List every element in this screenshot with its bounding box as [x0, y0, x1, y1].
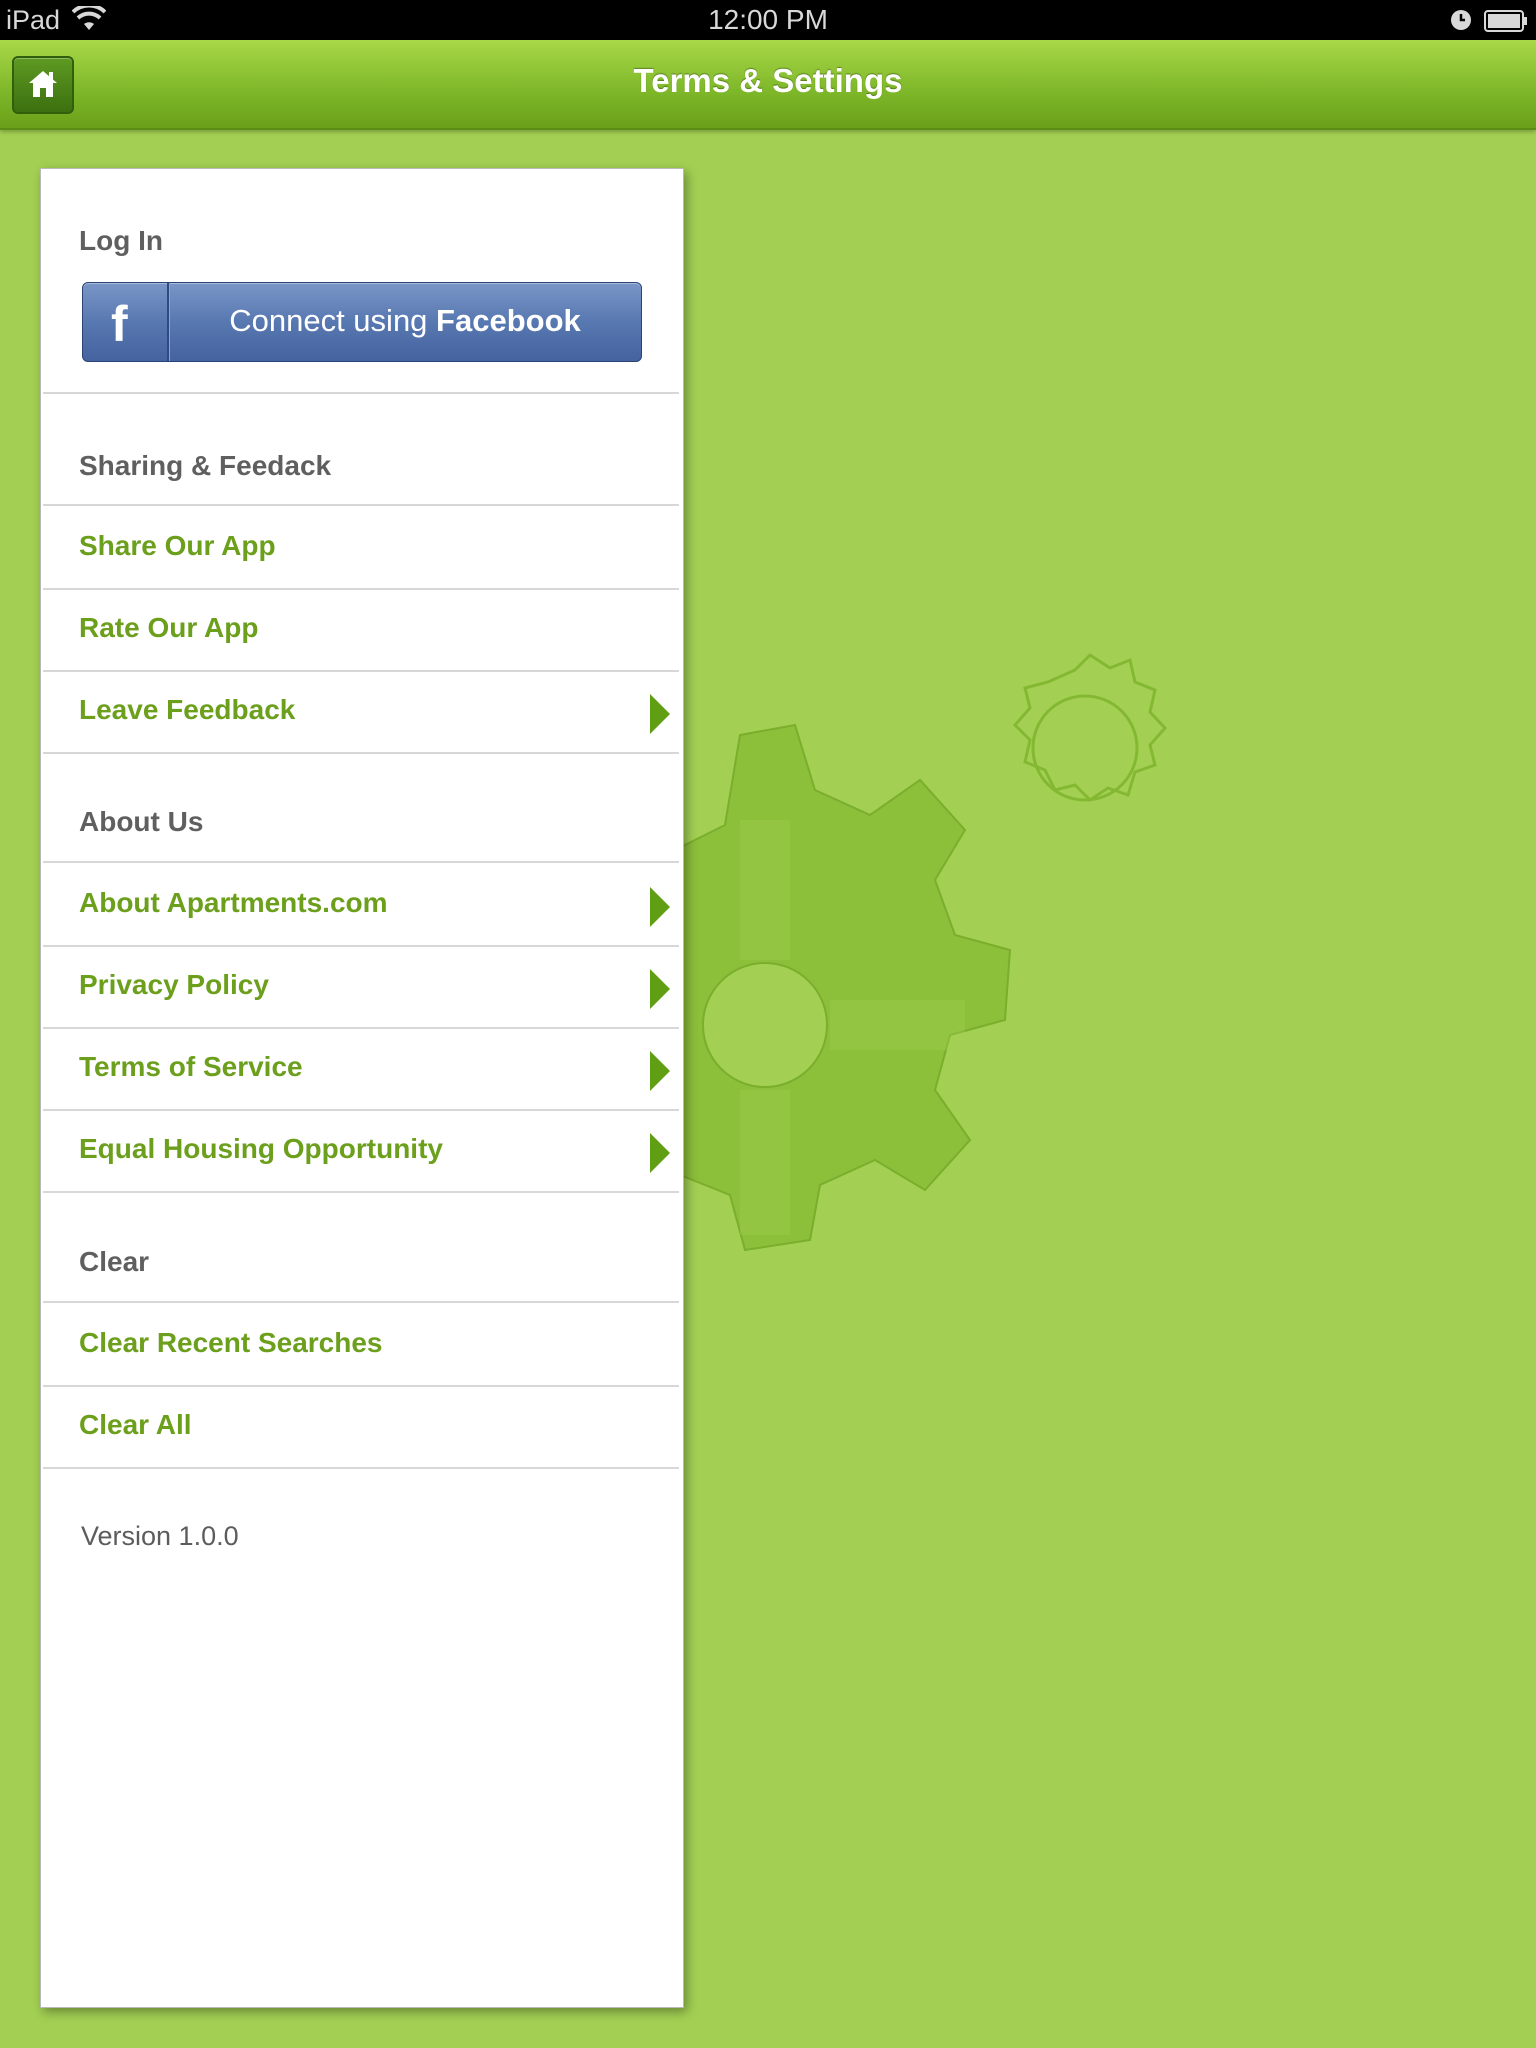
leave-feedback-row[interactable]: Leave Feedback: [43, 670, 679, 754]
version-label: Version 1.0.0: [81, 1521, 239, 1551]
section-title-about-us: About Us: [79, 806, 204, 837]
section-divider: [43, 392, 679, 394]
disclosure-arrow-icon: [650, 694, 670, 734]
terms-of-service-row[interactable]: Terms of Service: [43, 1027, 679, 1111]
equal-housing-row[interactable]: Equal Housing Opportunity: [43, 1109, 679, 1193]
privacy-policy-row[interactable]: Privacy Policy: [43, 945, 679, 1029]
row-label: Equal Housing Opportunity: [79, 1133, 443, 1164]
disclosure-arrow-icon: [650, 1051, 670, 1091]
disclosure-arrow-icon: [650, 887, 670, 927]
row-label: Rate Our App: [79, 612, 259, 643]
section-title-sharing: Sharing & Feedack: [79, 450, 332, 481]
row-label: Leave Feedback: [79, 694, 296, 725]
navigation-bar: Terms & Settings: [0, 40, 1536, 130]
row-label: Privacy Policy: [79, 969, 269, 1000]
section-title-clear: Clear: [79, 1246, 150, 1277]
row-label: Clear All: [79, 1409, 192, 1440]
rate-our-app-row[interactable]: Rate Our App: [43, 588, 679, 672]
connect-facebook-button[interactable]: f Connect using Facebook: [82, 282, 642, 362]
disclosure-arrow-icon: [650, 1133, 670, 1173]
clear-recent-searches-row[interactable]: Clear Recent Searches: [43, 1303, 679, 1387]
row-label: Terms of Service: [79, 1051, 303, 1082]
row-label: Clear Recent Searches: [79, 1327, 383, 1358]
clear-all-row[interactable]: Clear All: [43, 1385, 679, 1469]
page-title: Terms & Settings: [633, 62, 903, 99]
row-label: Share Our App: [79, 530, 276, 561]
section-title-log-in: Log In: [79, 225, 163, 256]
facebook-button-label: Connect using Facebook: [229, 303, 581, 338]
row-label: About Apartments.com: [79, 887, 388, 918]
settings-panel: Log In f Connect using Facebook Sharing …: [40, 168, 684, 2008]
share-our-app-row[interactable]: Share Our App: [43, 506, 679, 590]
about-apartments-row[interactable]: About Apartments.com: [43, 863, 679, 947]
facebook-icon: f: [83, 283, 169, 361]
disclosure-arrow-icon: [650, 969, 670, 1009]
